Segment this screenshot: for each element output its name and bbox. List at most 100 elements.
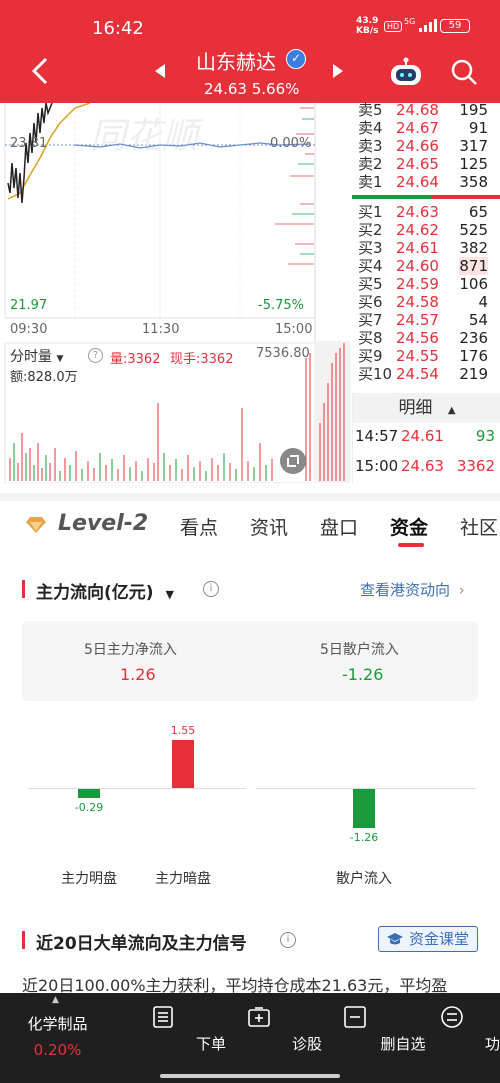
stock-detail-page: 16:42 43.9 KB/s HD 5G 59 山东赫达 ✓ 24.63 5.… xyxy=(0,0,500,1083)
level-label: 买5 xyxy=(358,275,383,293)
net-inflow-value: 1.26 xyxy=(120,665,156,684)
level-label: 买7 xyxy=(358,311,383,329)
sector-name: 化学制品 xyxy=(27,1015,88,1033)
zero-pct-label: 0.00% xyxy=(270,136,312,151)
level-price: 24.64 xyxy=(396,173,439,191)
level-label: 买9 xyxy=(358,347,383,365)
level-price: 24.54 xyxy=(396,365,439,383)
sell-4-row: 卖4 24.67 91 xyxy=(352,119,500,137)
info-icon[interactable]: i xyxy=(203,581,219,597)
level-label: 卖3 xyxy=(358,137,383,155)
fund-summary-box: 5日主力净流入 1.26 5日散户流入 -1.26 xyxy=(22,621,478,701)
buy-5-row: 买5 24.59 106 xyxy=(352,275,500,293)
prev-close-label: 23.31 xyxy=(10,136,48,151)
back-icon[interactable] xyxy=(30,56,50,86)
chevron-right-icon: › xyxy=(458,581,465,599)
intraday-chart-svg: 同花顺 xyxy=(4,103,350,483)
level-vol: 317 xyxy=(459,137,488,155)
bid-ask-ratio-bar xyxy=(352,195,500,199)
verified-icon: ✓ xyxy=(286,49,306,69)
tab-community[interactable]: 社区 xyxy=(460,513,498,540)
diagnose-icon xyxy=(248,1007,270,1027)
level-price: 24.67 xyxy=(396,119,439,137)
level-price: 24.66 xyxy=(396,137,439,155)
level-price: 24.60 xyxy=(396,257,439,275)
low-pct-label: -5.75% xyxy=(258,298,304,313)
sell-3-row: 卖3 24.66 317 xyxy=(352,137,500,155)
diagnose-stock-button[interactable]: 诊股 xyxy=(211,993,322,1083)
volume-max-label: 7536.80 xyxy=(256,346,310,361)
header: 16:42 43.9 KB/s HD 5G 59 山东赫达 ✓ 24.63 5.… xyxy=(0,0,500,103)
info-icon[interactable]: i xyxy=(280,932,296,948)
intraday-chart[interactable]: 同花顺 23.31 0.00% 21.97 -5.75% 09:30 11:30… xyxy=(0,103,350,483)
remove-watchlist-button[interactable]: 删自选 xyxy=(307,993,426,1083)
tab-level2[interactable]: Level-2 xyxy=(58,511,148,536)
section-accent xyxy=(22,931,25,949)
tab-highlights[interactable]: 看点 xyxy=(180,513,218,540)
fund-flow-bar-label: 主力明盘 xyxy=(61,871,117,887)
level-price: 24.63 xyxy=(396,203,439,221)
level-price: 24.58 xyxy=(396,293,439,311)
home-indicator xyxy=(160,1074,340,1078)
fund-flow-title[interactable]: 主力流向(亿元) ▼ xyxy=(36,578,174,603)
level-price: 24.68 xyxy=(396,101,439,119)
hk-capital-link[interactable]: 查看港资动向 › xyxy=(360,579,465,600)
buy-4-row: 买4 24.60 871 xyxy=(352,257,500,275)
fund-flow-bar-label: 散户流入 xyxy=(336,871,392,887)
hk-capital-link-text: 查看港资动向 xyxy=(360,581,451,599)
help-icon[interactable]: ? xyxy=(88,348,103,363)
search-icon[interactable] xyxy=(450,58,478,86)
tab-news[interactable]: 资讯 xyxy=(250,513,288,540)
stock-change-pct: 5.66% xyxy=(251,80,300,98)
tick-detail-panel[interactable]: 明细 ▲ 14:57 24.61 93 15:00 24.63 3362 xyxy=(352,393,500,483)
functions-button[interactable]: 功能 xyxy=(403,993,500,1083)
sell-1-row: 卖1 24.64 358 xyxy=(352,173,500,191)
fullscreen-icon[interactable] xyxy=(280,448,306,474)
level-label: 买4 xyxy=(358,257,383,275)
buy-2-row: 买2 24.62 525 xyxy=(352,221,500,239)
stock-quote: 24.63 5.66% xyxy=(204,80,299,98)
level-vol: 91 xyxy=(468,119,488,137)
buy-6-row: 买6 24.58 4 xyxy=(352,293,500,311)
buy-3-row: 买3 24.61 382 xyxy=(352,239,500,257)
low-price-label: 21.97 xyxy=(10,298,48,313)
level-vol: 176 xyxy=(459,347,488,365)
retail-inflow-value: -1.26 xyxy=(342,665,384,684)
capital-course-label: 资金课堂 xyxy=(408,930,469,948)
tick-time: 14:57 xyxy=(355,427,399,445)
level-label: 买2 xyxy=(358,221,383,239)
prev-stock-icon[interactable] xyxy=(155,64,165,78)
sector-info[interactable]: ▲ 化学制品 0.20% xyxy=(0,993,115,1083)
tab-capital[interactable]: 资金 xyxy=(390,513,428,540)
level-label: 卖4 xyxy=(358,119,383,137)
robot-assistant-icon[interactable] xyxy=(388,56,424,88)
buy-9-row: 买9 24.55 176 xyxy=(352,347,500,365)
tick-detail-header[interactable]: 明细 ▲ xyxy=(353,393,500,423)
status-bar: 16:42 43.9 KB/s HD 5G 59 xyxy=(0,14,500,44)
place-order-button[interactable]: 下单 xyxy=(115,993,226,1083)
net-speed-value: 43.9 xyxy=(356,16,379,26)
fund-flow-bar-value: -0.29 xyxy=(74,800,104,814)
sub-indicator-select[interactable]: 分时量 ▼ xyxy=(10,346,63,366)
buy-10-row: 买10 24.54 219 xyxy=(352,365,500,383)
capital-course-button[interactable]: 资金课堂 xyxy=(378,926,478,952)
level-vol: 382 xyxy=(459,239,488,257)
level-vol: 106 xyxy=(459,275,488,293)
next-stock-icon[interactable] xyxy=(333,64,343,78)
level-price: 24.61 xyxy=(396,239,439,257)
stock-name: 山东赫达 xyxy=(196,50,276,74)
level-label: 卖2 xyxy=(358,155,383,173)
sell-5-row: 卖5 24.68 195 xyxy=(352,101,500,119)
battery-icon: 59 xyxy=(440,19,470,33)
bottom-action-bar: ▲ 化学制品 0.20% 下单 诊股 删自选 功 xyxy=(0,993,500,1083)
tab-order-book[interactable]: 盘口 xyxy=(320,513,358,540)
graduation-cap-icon xyxy=(387,933,403,945)
signal-icon xyxy=(419,19,437,32)
level-price: 24.55 xyxy=(396,347,439,365)
level-price: 24.57 xyxy=(396,311,439,329)
level-label: 买8 xyxy=(358,329,383,347)
fund-flow-bar-value: -1.26 xyxy=(349,831,379,845)
dropdown-icon: ▼ xyxy=(165,588,174,601)
net-speed-unit: KB/s xyxy=(356,26,379,36)
level-vol: 871 xyxy=(459,257,488,275)
